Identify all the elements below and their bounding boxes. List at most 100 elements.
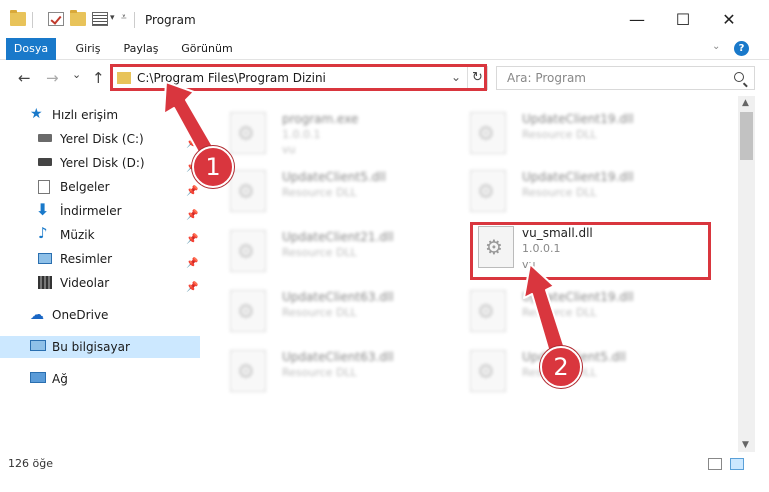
sidebar-item-music[interactable]: ♪ Müzik 📌 xyxy=(0,224,200,246)
search-box[interactable]: Ara: Program xyxy=(496,66,755,90)
folder-icon xyxy=(10,10,26,26)
file-item[interactable]: UpdateClient63.dll Resource DLL xyxy=(220,340,456,396)
sidebar-item-label: Resimler xyxy=(60,252,113,266)
tab-view[interactable]: Görünüm xyxy=(176,38,238,60)
pin-icon[interactable]: 📌 xyxy=(186,277,198,299)
file-description: Resource DLL xyxy=(522,128,597,141)
file-item[interactable]: UpdateClient19.dll Resource DLL xyxy=(460,102,696,158)
file-description: Resource DLL xyxy=(282,366,357,379)
drive-icon xyxy=(38,158,52,166)
music-icon: ♪ xyxy=(38,224,48,242)
drive-icon xyxy=(38,134,52,142)
file-name: UpdateClient19.dll xyxy=(522,112,634,126)
star-icon: ★ xyxy=(30,106,43,122)
dll-file-icon xyxy=(470,290,506,332)
details-view-icon[interactable] xyxy=(708,458,722,470)
scroll-down-icon[interactable]: ▼ xyxy=(742,440,749,450)
dll-file-icon xyxy=(230,230,266,272)
pictures-icon xyxy=(38,253,52,264)
properties-icon[interactable] xyxy=(48,12,64,26)
forward-arrow-icon[interactable]: → xyxy=(46,69,59,87)
help-icon[interactable]: ? xyxy=(734,41,749,56)
customize-toolbar-icon[interactable]: ⩡ xyxy=(121,12,127,23)
document-icon xyxy=(38,180,50,194)
search-input[interactable]: Ara: Program xyxy=(507,71,586,85)
tab-file[interactable]: Dosya xyxy=(6,38,56,60)
status-bar: 126 öğe xyxy=(0,452,769,476)
sidebar-item-onedrive[interactable]: ☁ OneDrive xyxy=(0,304,200,326)
file-description: Resource DLL xyxy=(282,306,357,319)
file-company: vu xyxy=(282,143,296,156)
sidebar-item-this-pc[interactable]: Bu bilgisayar xyxy=(0,336,200,358)
file-description: Resource DLL xyxy=(282,246,357,259)
file-name: UpdateClient21.dll xyxy=(282,230,394,244)
step-badge-1: 1 xyxy=(192,146,234,188)
tab-share[interactable]: Paylaş xyxy=(116,38,166,60)
up-arrow-icon[interactable]: ↑ xyxy=(92,69,105,87)
file-item[interactable]: UpdateClient5.dll Resource DLL xyxy=(220,160,456,216)
dll-file-icon xyxy=(230,350,266,392)
sidebar-item-downloads[interactable]: ⬇ İndirmeler 📌 xyxy=(0,200,200,222)
file-item[interactable]: UpdateClient21.dll Resource DLL xyxy=(220,220,456,276)
tab-home[interactable]: Giriş xyxy=(64,38,112,60)
sidebar-item-label: Bu bilgisayar xyxy=(52,340,130,354)
dll-file-icon xyxy=(470,170,506,212)
computer-icon xyxy=(30,340,46,351)
back-arrow-icon[interactable]: ← xyxy=(18,69,31,87)
search-icon xyxy=(734,72,744,82)
chevron-down-icon[interactable]: ▾ xyxy=(110,13,115,23)
maximize-button[interactable]: ☐ xyxy=(660,6,706,34)
dll-file-icon xyxy=(230,290,266,332)
sidebar-item-label: İndirmeler xyxy=(60,204,122,218)
download-icon: ⬇ xyxy=(36,200,50,219)
sidebar-item-pictures[interactable]: Resimler 📌 xyxy=(0,248,200,270)
sidebar-item-label: OneDrive xyxy=(52,308,109,322)
file-item[interactable]: program.exe 1.0.0.1 vu xyxy=(220,102,456,158)
sidebar-item-label: Müzik xyxy=(60,228,95,242)
cloud-icon: ☁ xyxy=(30,307,44,323)
sidebar-item-network[interactable]: Ağ xyxy=(0,368,200,390)
sidebar-item-label: Hızlı erişim xyxy=(52,108,119,122)
file-item[interactable]: UpdateClient63.dll Resource DLL xyxy=(220,280,456,336)
sidebar-item-label: Belgeler xyxy=(60,180,110,194)
item-count: 126 öğe xyxy=(8,457,53,470)
file-description: Resource DLL xyxy=(282,186,357,199)
minimize-button[interactable]: — xyxy=(614,6,660,34)
sidebar-item-label: Ağ xyxy=(52,372,68,386)
step-badge-2: 2 xyxy=(540,346,582,388)
file-name: UpdateClient5.dll xyxy=(282,170,386,184)
file-name: UpdateClient19.dll xyxy=(522,170,634,184)
vertical-scrollbar[interactable]: ▲ ▼ xyxy=(738,96,755,452)
sidebar-item-videos[interactable]: Videolar 📌 xyxy=(0,272,200,294)
file-item[interactable]: UpdateClient19.dll Resource DLL xyxy=(460,280,696,336)
file-description: Resource DLL xyxy=(522,186,597,199)
exe-file-icon xyxy=(230,112,266,154)
chevron-down-icon[interactable]: ⌄ xyxy=(712,41,720,52)
window-title: Program xyxy=(145,13,196,27)
new-folder-icon[interactable] xyxy=(70,10,86,26)
dll-file-icon xyxy=(230,170,266,212)
ribbon-tabs: Dosya Giriş Paylaş Görünüm ⌄ ? xyxy=(0,38,769,60)
file-highlight-box xyxy=(470,222,711,280)
dll-file-icon xyxy=(470,112,506,154)
dll-file-icon xyxy=(470,350,506,392)
view-icon[interactable] xyxy=(92,12,108,26)
network-icon xyxy=(30,372,46,383)
file-version: 1.0.0.1 xyxy=(282,128,321,141)
close-button[interactable]: ✕ xyxy=(706,6,752,34)
sidebar-item-label: Yerel Disk (C:) xyxy=(60,132,144,146)
tiles-view-icon[interactable] xyxy=(730,458,744,470)
file-name: program.exe xyxy=(282,112,359,126)
video-icon xyxy=(38,276,52,289)
sidebar-item-label: Videolar xyxy=(60,276,110,290)
file-name: UpdateClient63.dll xyxy=(282,290,394,304)
file-name: UpdateClient63.dll xyxy=(282,350,394,364)
scroll-up-icon[interactable]: ▲ xyxy=(742,98,749,108)
scroll-thumb[interactable] xyxy=(740,112,753,160)
file-item[interactable]: UpdateClient19.dll Resource DLL xyxy=(460,160,696,216)
title-bar: ▾ ⩡ Program — ☐ ✕ xyxy=(0,0,769,38)
recent-locations-icon[interactable]: ⌄ xyxy=(72,68,81,81)
divider xyxy=(134,12,135,28)
sidebar-item-label: Yerel Disk (D:) xyxy=(60,156,145,170)
divider xyxy=(32,12,33,28)
